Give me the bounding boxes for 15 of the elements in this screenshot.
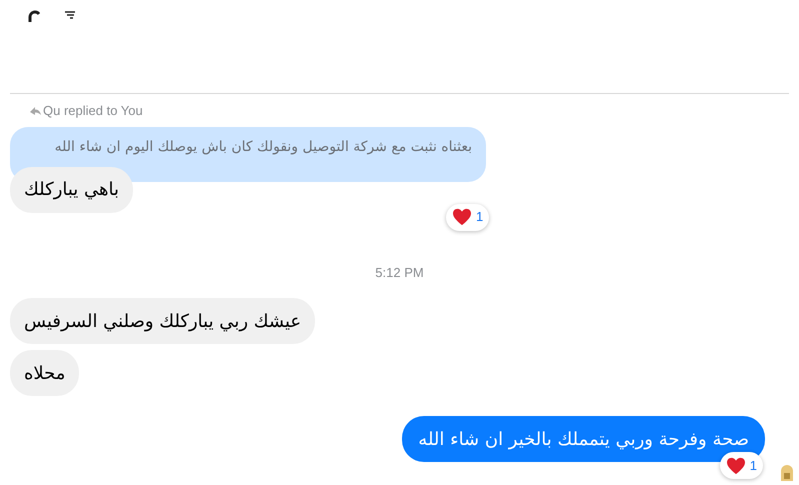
arc-icon <box>28 10 40 22</box>
quoted-message: بعثناه نثبت مع شركة التوصيل ونقولك كان باش يوصلك اليوم ان شاء الله <box>10 126 486 182</box>
timestamp: 5:12 PM <box>375 264 424 282</box>
reply-arrow-icon <box>30 106 41 116</box>
reaction-badge[interactable]: 1 <box>720 452 763 479</box>
reaction-count: 1 <box>476 208 484 226</box>
message-bubble: عيشك ربي يباركلك وصلني السرفيس <box>10 298 316 344</box>
heart-icon <box>726 456 746 474</box>
heart-icon <box>452 208 472 226</box>
message-bubble: صحة وفرحة وربي يتمملك بالخير ان شاء الله <box>402 416 765 462</box>
message-bubble: باهي يباركلك <box>10 166 134 212</box>
message-bubble: محلاه <box>10 350 80 396</box>
reaction-badge[interactable]: 1 <box>446 204 490 230</box>
filter-icon <box>64 10 76 22</box>
reply-label: Qu replied to You <box>43 102 143 120</box>
